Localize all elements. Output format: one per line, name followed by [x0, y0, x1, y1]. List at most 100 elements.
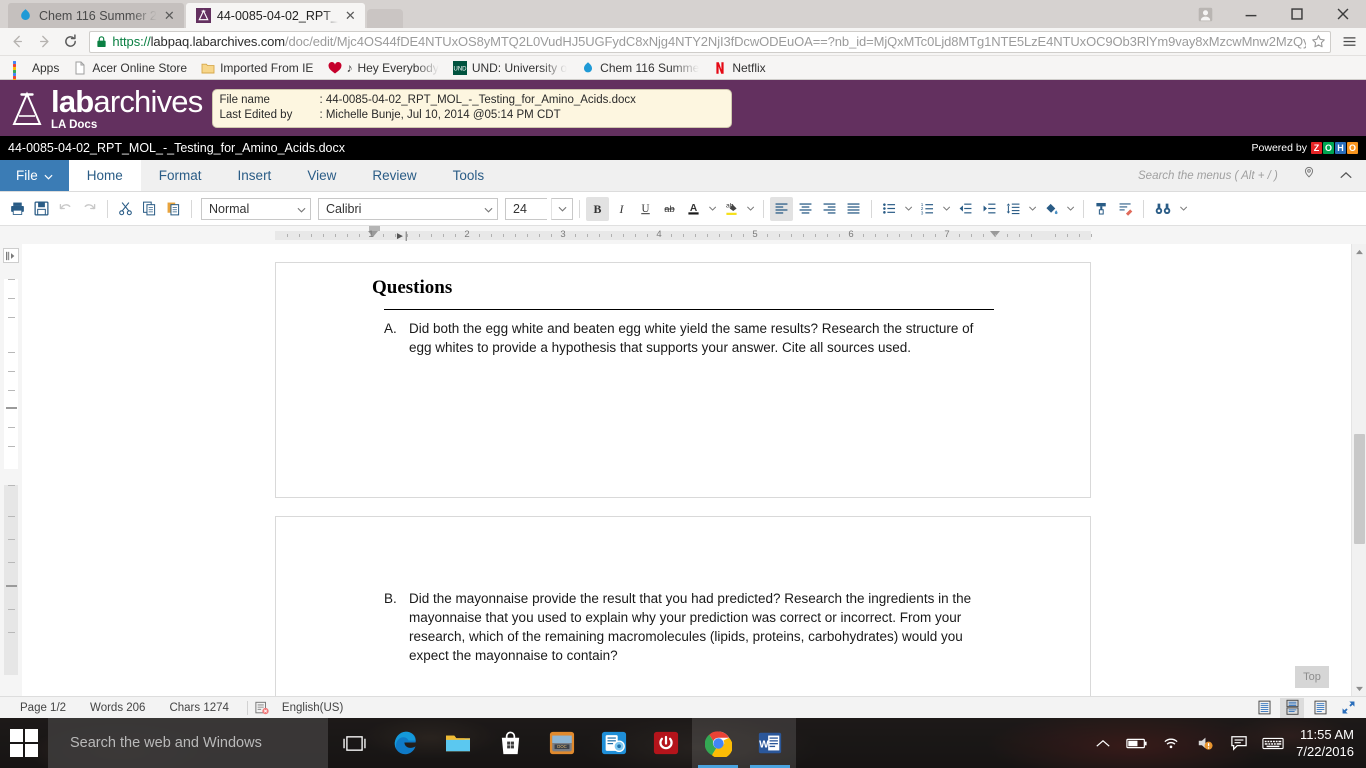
close-icon[interactable]: ✕ — [344, 9, 357, 22]
numbered-list-icon[interactable]: 123 — [916, 197, 939, 221]
maximize-icon[interactable] — [1274, 0, 1320, 28]
menu-view[interactable]: View — [289, 160, 354, 191]
align-left-icon[interactable] — [770, 196, 793, 221]
scrollbar-thumb[interactable] — [1354, 434, 1365, 544]
taskbar-clock[interactable]: 11:55 AM 7/22/2016 — [1290, 726, 1366, 760]
microsoft-edge-icon[interactable] — [380, 718, 432, 768]
fill-color-icon[interactable] — [1040, 197, 1063, 221]
bookmark-chem-116[interactable]: Chem 116 Summe — [574, 57, 706, 79]
font-size-dropdown-button[interactable] — [551, 197, 573, 220]
highlight-icon[interactable]: ab — [720, 197, 743, 221]
labarchives-logo[interactable]: labarchives LA Docs — [10, 85, 203, 131]
menu-home[interactable]: Home — [68, 160, 141, 191]
vertical-ruler-page2[interactable] — [4, 485, 18, 675]
language-label[interactable]: English(US) — [270, 702, 355, 714]
windows-start-icon[interactable] — [0, 718, 48, 768]
show-hidden-icons-chevron[interactable] — [1086, 718, 1120, 768]
microsoft-word-icon[interactable]: W — [744, 718, 796, 768]
chrome-menu-icon[interactable] — [1338, 30, 1360, 54]
bookmark-und-university[interactable]: UND UND: University o — [446, 57, 574, 79]
fill-color-dropdown[interactable] — [1064, 197, 1077, 221]
bullet-list-icon[interactable] — [878, 197, 901, 221]
vertical-ruler-page1[interactable] — [4, 279, 18, 469]
doc-app-icon[interactable]: DOC — [536, 718, 588, 768]
tab-stop-marker-icon[interactable]: ►| — [395, 231, 408, 242]
bookmark-hey-everybody[interactable]: ♪ Hey Everybody — [320, 57, 445, 79]
redo-icon[interactable] — [78, 197, 101, 221]
search-input[interactable]: Search the web and Windows — [48, 718, 328, 768]
chevron-up-icon[interactable] — [1334, 165, 1358, 186]
document-page-2[interactable]: B. Did the mayonnaise provide the result… — [275, 516, 1091, 696]
menu-search-input[interactable]: Search the menus ( Alt + / ) — [1132, 165, 1322, 186]
file-explorer-icon[interactable] — [432, 718, 484, 768]
web-layout-icon[interactable] — [1252, 698, 1276, 718]
browser-tab-1[interactable]: Chem 116 Summer 2 ✕ — [8, 3, 184, 28]
paste-icon[interactable] — [162, 197, 185, 221]
scroll-to-top-button[interactable]: Top — [1295, 666, 1329, 688]
print-icon[interactable] — [6, 197, 29, 221]
settings-app-icon[interactable] — [588, 718, 640, 768]
back-arrow-icon[interactable] — [6, 30, 29, 54]
italic-icon[interactable]: I — [610, 197, 633, 221]
font-color-icon[interactable]: A — [682, 197, 705, 221]
align-center-icon[interactable] — [794, 197, 817, 221]
address-bar[interactable]: https://labpaq.labarchives.com/doc/edit/… — [89, 30, 1332, 53]
line-spacing-dropdown[interactable] — [1026, 197, 1039, 221]
battery-icon[interactable] — [1120, 718, 1154, 768]
menu-tools[interactable]: Tools — [435, 160, 503, 191]
task-view-icon[interactable] — [328, 718, 380, 768]
highlight-dropdown[interactable] — [744, 197, 757, 221]
document-list-item-a[interactable]: A. Did both the egg white and beaten egg… — [384, 319, 990, 357]
menu-review[interactable]: Review — [354, 160, 434, 191]
menu-file[interactable]: File — [0, 160, 69, 191]
reading-layout-icon[interactable] — [1308, 698, 1332, 718]
format-painter-icon[interactable] — [1090, 197, 1113, 221]
fullscreen-icon[interactable] — [1336, 698, 1360, 718]
browser-tab-2[interactable]: 44-0085-04-02_RPT_ ✕ — [185, 3, 365, 28]
align-justify-icon[interactable] — [842, 197, 865, 221]
underline-icon[interactable]: U — [634, 197, 657, 221]
align-right-icon[interactable] — [818, 197, 841, 221]
document-canvas[interactable]: Questions A. Did both the egg white and … — [22, 244, 1351, 696]
paragraph-style-select[interactable]: Normal — [201, 197, 311, 220]
bookmark-apps[interactable]: Apps — [6, 57, 66, 88]
windows-store-icon[interactable] — [484, 718, 536, 768]
strikethrough-icon[interactable]: ab — [658, 197, 681, 221]
undo-icon[interactable] — [54, 197, 77, 221]
close-icon[interactable]: ✕ — [163, 9, 176, 22]
document-list-item-b[interactable]: B. Did the mayonnaise provide the result… — [384, 589, 990, 665]
show-panel-icon[interactable] — [3, 248, 19, 263]
scroll-up-arrow-icon[interactable] — [1352, 244, 1366, 259]
font-family-select[interactable]: Calibri — [318, 197, 498, 220]
bookmark-netflix[interactable]: Netflix — [706, 57, 772, 79]
bold-icon[interactable]: B — [586, 196, 609, 221]
clear-formatting-icon[interactable] — [1114, 197, 1137, 221]
menu-format[interactable]: Format — [141, 160, 220, 191]
bookmark-imported-from-ie[interactable]: Imported From IE — [194, 57, 320, 79]
spellcheck-error-icon[interactable] — [254, 701, 270, 715]
numbered-list-dropdown[interactable] — [940, 197, 953, 221]
volume-icon[interactable] — [1188, 718, 1222, 768]
document-scrollbar[interactable] — [1351, 244, 1366, 696]
close-icon[interactable] — [1320, 0, 1366, 28]
font-size-input[interactable]: 24 — [505, 197, 547, 220]
menu-insert[interactable]: Insert — [220, 160, 290, 191]
find-replace-dropdown[interactable] — [1177, 197, 1190, 221]
bookmark-acer-online-store[interactable]: Acer Online Store — [66, 57, 194, 79]
copy-icon[interactable] — [138, 197, 161, 221]
font-color-dropdown[interactable] — [706, 197, 719, 221]
google-chrome-icon[interactable] — [692, 718, 744, 768]
new-tab-button[interactable] — [366, 9, 403, 28]
minimize-icon[interactable] — [1228, 0, 1274, 28]
scroll-down-arrow-icon[interactable] — [1352, 681, 1366, 696]
document-page-1[interactable]: Questions A. Did both the egg white and … — [275, 262, 1091, 498]
increase-indent-icon[interactable] — [978, 197, 1001, 221]
touch-keyboard-icon[interactable] — [1256, 718, 1290, 768]
line-spacing-icon[interactable] — [1002, 197, 1025, 221]
forward-arrow-icon[interactable] — [32, 30, 55, 54]
power-app-icon[interactable] — [640, 718, 692, 768]
save-icon[interactable] — [30, 197, 53, 221]
bullet-list-dropdown[interactable] — [902, 197, 915, 221]
cut-icon[interactable] — [114, 197, 137, 221]
reload-icon[interactable] — [59, 30, 82, 54]
